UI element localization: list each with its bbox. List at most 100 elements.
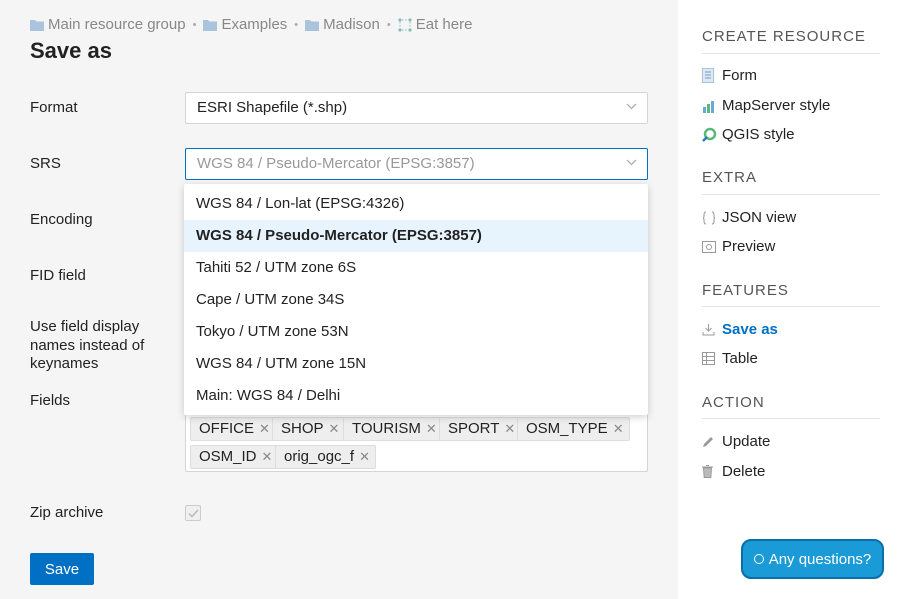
sidebar-item-label: Save as	[722, 321, 778, 338]
sidebar-item-label: Delete	[722, 463, 766, 480]
srs-option-selected[interactable]: WGS 84 / Pseudo-Mercator (EPSG:3857)	[184, 220, 648, 252]
download-icon	[702, 324, 715, 336]
breadcrumb-label: Eat here	[415, 16, 473, 33]
sidebar-item-label: Preview	[722, 238, 776, 255]
srs-option[interactable]: Main: WGS 84 / Delhi	[184, 380, 648, 412]
field-tag-orig-ogc-f: orig_ogc_f ✕	[275, 445, 376, 469]
field-tag-label: OFFICE	[199, 420, 254, 437]
sidebar-item-save-as[interactable]: Save as	[702, 321, 778, 338]
chevron-down-icon	[626, 159, 637, 166]
field-tag-osm-id: OSM_ID ✕	[190, 445, 279, 469]
fid-field-label: FID field	[30, 267, 86, 284]
chat-bubble-icon	[753, 554, 764, 564]
remove-tag-icon[interactable]: ✕	[613, 418, 624, 440]
divider	[702, 194, 880, 195]
main-panel: Main resource group • Examples • Madison…	[0, 0, 678, 599]
checkmark-icon	[187, 508, 199, 518]
encoding-label: Encoding	[30, 211, 93, 228]
remove-tag-icon[interactable]: ✕	[259, 418, 270, 440]
field-tag-label: TOURISM	[352, 420, 421, 437]
sidebar-item-table[interactable]: Table	[702, 350, 758, 367]
breadcrumb-label: Main resource group	[48, 16, 186, 33]
sidebar-section-title: ACTION	[702, 394, 765, 411]
srs-select-value: WGS 84 / Pseudo-Mercator (EPSG:3857)	[197, 155, 475, 172]
sidebar-item-label: Form	[722, 67, 757, 84]
breadcrumb-item-examples[interactable]: Examples	[203, 16, 287, 33]
srs-label: SRS	[30, 155, 61, 172]
sidebar-item-label: JSON view	[722, 209, 797, 226]
format-select-value: ESRI Shapefile (*.shp)	[197, 99, 348, 116]
page-title: Save as	[30, 38, 112, 63]
zip-archive-checkbox[interactable]	[185, 505, 201, 521]
field-tag-label: orig_ogc_f	[284, 448, 355, 465]
breadcrumb-separator: •	[294, 18, 299, 31]
form-icon	[702, 68, 714, 83]
divider	[702, 418, 880, 419]
sidebar-section-title: CREATE RESOURCE	[702, 28, 866, 45]
breadcrumb-separator: •	[192, 18, 197, 31]
remove-tag-icon[interactable]: ✕	[329, 418, 340, 440]
sidebar-item-qgis-style[interactable]: QGIS style	[702, 126, 795, 143]
chevron-down-icon	[626, 103, 637, 110]
field-tag-office: OFFICE ✕	[190, 417, 276, 441]
sidebar-section-title: EXTRA	[702, 169, 758, 186]
sidebar-section-title: FEATURES	[702, 282, 789, 299]
display-names-label: Use field display names instead of keyna…	[30, 318, 144, 374]
sidebar-item-delete[interactable]: Delete	[702, 463, 765, 480]
display-names-label-line: keynames	[30, 355, 99, 372]
sidebar: CREATE RESOURCE Form MapServer style QGI…	[678, 0, 904, 599]
trash-icon	[702, 465, 713, 478]
folder-icon	[203, 19, 218, 31]
mapserver-style-icon	[703, 100, 714, 113]
sidebar-item-label: Update	[722, 433, 771, 450]
sidebar-item-form[interactable]: Form	[702, 67, 757, 84]
folder-icon	[30, 19, 44, 31]
sidebar-item-label: Table	[722, 350, 758, 367]
srs-option[interactable]: Cape / UTM zone 34S	[184, 284, 648, 316]
save-button[interactable]: Save	[30, 553, 94, 585]
breadcrumb-item-main-resource-group[interactable]: Main resource group	[30, 16, 186, 33]
sidebar-item-preview[interactable]: Preview	[702, 238, 775, 255]
display-names-label-line: Use field display	[30, 318, 140, 335]
format-label: Format	[30, 99, 78, 116]
breadcrumb-item-madison[interactable]: Madison	[305, 16, 380, 33]
sidebar-item-update[interactable]: Update	[702, 433, 770, 450]
preview-icon	[702, 240, 716, 253]
remove-tag-icon[interactable]: ✕	[504, 418, 515, 440]
zip-archive-label: Zip archive	[30, 504, 104, 521]
remove-tag-icon[interactable]: ✕	[262, 446, 273, 468]
srs-option[interactable]: WGS 84 / Lon-lat (EPSG:4326)	[184, 188, 648, 220]
breadcrumb-label: Madison	[323, 16, 380, 33]
field-tag-label: OSM_TYPE	[526, 420, 608, 437]
field-tag-label: OSM_ID	[199, 448, 257, 465]
breadcrumb: Main resource group • Examples • Madison…	[30, 16, 472, 33]
srs-option[interactable]: Tahiti 52 / UTM zone 6S	[184, 252, 648, 284]
help-chat-button[interactable]: Any questions?	[741, 539, 884, 579]
json-icon	[702, 211, 716, 224]
sidebar-item-mapserver-style[interactable]: MapServer style	[702, 97, 830, 114]
display-names-label-line: names instead of	[30, 336, 145, 354]
fields-tag-input[interactable]: OFFICE ✕ SHOP ✕ TOURISM ✕ SPORT ✕ OSM_TYPE ✕ …	[185, 412, 648, 472]
pencil-icon	[703, 437, 713, 447]
remove-tag-icon[interactable]: ✕	[426, 418, 437, 440]
fields-label: Fields	[30, 392, 71, 409]
sidebar-item-json-view[interactable]: JSON view	[702, 209, 796, 226]
remove-tag-icon[interactable]: ✕	[359, 446, 370, 468]
srs-option[interactable]: WGS 84 / UTM zone 15N	[184, 348, 648, 380]
qgis-style-icon	[702, 127, 717, 142]
divider	[702, 306, 880, 307]
srs-option[interactable]: Tokyo / UTM zone 53N	[184, 316, 648, 348]
srs-dropdown-menu: WGS 84 / Lon-lat (EPSG:4326) WGS 84 / Ps…	[184, 184, 648, 415]
field-tag-sport: SPORT ✕	[439, 417, 522, 441]
srs-select[interactable]: WGS 84 / Pseudo-Mercator (EPSG:3857)	[185, 148, 648, 180]
sidebar-item-label: QGIS style	[722, 126, 795, 143]
help-chat-label: Any questions?	[768, 550, 872, 568]
format-select[interactable]: ESRI Shapefile (*.shp)	[185, 92, 648, 124]
breadcrumb-label: Examples	[221, 16, 288, 33]
field-tag-label: SPORT	[448, 420, 500, 437]
folder-icon	[305, 19, 320, 31]
breadcrumb-item-eat-here[interactable]: Eat here	[398, 16, 473, 33]
field-tag-shop: SHOP ✕	[272, 417, 346, 441]
sidebar-item-label: MapServer style	[722, 97, 831, 114]
field-tag-tourism: TOURISM ✕	[343, 417, 443, 441]
